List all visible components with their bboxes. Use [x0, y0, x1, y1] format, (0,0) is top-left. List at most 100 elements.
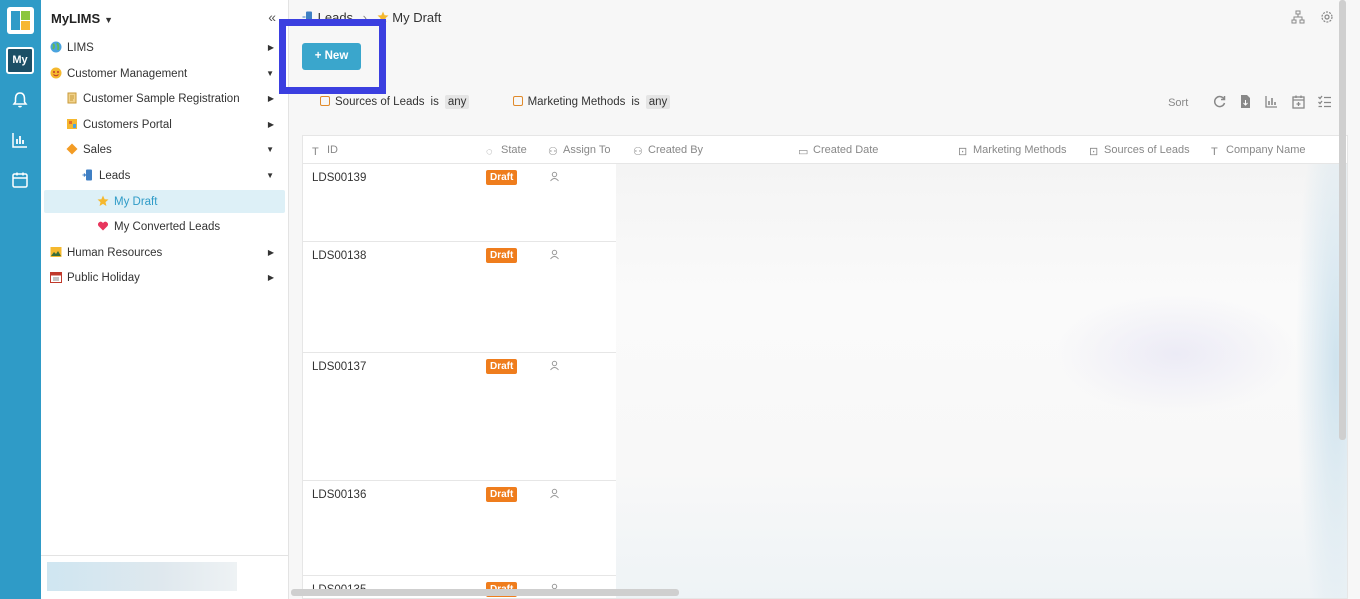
app-logo-icon[interactable]	[7, 7, 34, 34]
sidebar-item-label: Customers Portal	[83, 119, 172, 131]
filter-sources-of-leads[interactable]: Sources of Leads is any	[320, 95, 470, 109]
status-badge: Draft	[486, 359, 518, 374]
filter-value[interactable]: any	[444, 95, 470, 109]
sidebar-item-human-resources[interactable]: Human Resources	[50, 242, 162, 264]
sidebar-item-label: Leads	[99, 170, 131, 182]
expand-arrow-icon[interactable]: ▶	[268, 267, 274, 289]
assign-person-icon[interactable]	[549, 488, 560, 499]
filter-marketing-methods[interactable]: Marketing Methods is any	[512, 95, 671, 109]
row-id[interactable]: LDS00139	[312, 172, 366, 184]
sidebar-item-label: Human Resources	[67, 247, 163, 259]
horizontal-scrollbar[interactable]	[291, 589, 679, 596]
navigation-sidebar: MyLIMS ▼ « LIMS ▶ Customer Management ▼ C…	[41, 0, 289, 599]
expand-arrow-icon[interactable]: ▶	[268, 37, 274, 59]
person-icon: ⚇	[548, 146, 558, 158]
workspace-title[interactable]: MyLIMS ▼	[51, 11, 113, 26]
status-badge: Draft	[486, 248, 518, 263]
column-header-label: Company Name	[1226, 144, 1306, 156]
portal-icon	[67, 119, 77, 129]
column-header-label: Created Date	[813, 144, 879, 156]
expand-arrow-icon[interactable]: ▶	[268, 242, 274, 264]
sort-button[interactable]: Sort	[1168, 97, 1188, 109]
heart-icon	[97, 221, 109, 231]
app-rail: My	[0, 0, 41, 599]
sidebar-item-customer-sample-registration[interactable]: Customer Sample Registration	[66, 88, 240, 110]
assign-person-icon[interactable]	[549, 360, 560, 371]
collapse-arrow-icon[interactable]: ▼	[266, 165, 274, 187]
table-row[interactable]: LDS00139 Draft	[303, 164, 616, 242]
column-header-label: Sources of Leads	[1104, 144, 1190, 156]
sidebar-item-label: Public Holiday	[67, 272, 140, 284]
collapse-sidebar-icon[interactable]: «	[268, 9, 276, 25]
assign-person-icon[interactable]	[549, 249, 560, 260]
sidebar-item-label: My Converted Leads	[114, 221, 221, 233]
sidebar-item-sales[interactable]: Sales	[66, 139, 112, 161]
state-icon: ◌	[486, 146, 493, 158]
bar-chart-icon[interactable]	[1264, 94, 1279, 109]
picture-icon	[50, 247, 62, 257]
table-row[interactable]: LDS00137 Draft	[303, 353, 616, 481]
add-calendar-icon[interactable]	[1291, 94, 1306, 109]
my-workspace-button[interactable]: My	[6, 47, 34, 74]
expand-arrow-icon[interactable]: ▶	[268, 88, 274, 110]
column-header-marketing-methods[interactable]: ⊡ Marketing Methods	[958, 136, 1067, 164]
highlight-annotation-box	[279, 19, 386, 94]
column-header-label: Created By	[648, 144, 704, 156]
smiley-icon	[50, 67, 62, 79]
sidebar-item-label: LIMS	[67, 42, 94, 54]
assign-person-icon[interactable]	[549, 171, 560, 182]
calendar-icon: ▭	[798, 146, 809, 158]
row-id[interactable]: LDS00137	[312, 361, 366, 373]
calendar-icon[interactable]	[10, 170, 30, 190]
checklist-icon[interactable]	[1317, 94, 1332, 109]
collapse-arrow-icon[interactable]: ▼	[266, 63, 274, 85]
sidebar-item-lims[interactable]: LIMS	[50, 37, 94, 59]
column-header-state[interactable]: ◌ State	[486, 136, 527, 164]
column-header-id[interactable]: T ID	[312, 136, 338, 164]
column-header-sources-of-leads[interactable]: ⊡ Sources of Leads	[1089, 136, 1190, 164]
breadcrumb-current: My Draft	[392, 10, 442, 25]
sidebar-item-my-draft[interactable]: My Draft	[97, 191, 157, 213]
row-id[interactable]: LDS00136	[312, 489, 366, 501]
collapse-arrow-icon[interactable]: ▼	[266, 139, 274, 161]
filter-operator: is	[631, 96, 640, 108]
bell-icon[interactable]	[10, 90, 30, 110]
filter-operator: is	[430, 96, 439, 108]
table-row[interactable]: LDS00136 Draft	[303, 481, 616, 576]
sidebar-item-label: Customer Management	[67, 68, 188, 80]
sidebar-item-customers-portal[interactable]: Customers Portal	[66, 114, 172, 136]
column-header-assign-to[interactable]: ⚇ Assign To	[548, 136, 611, 164]
refresh-icon[interactable]	[1212, 94, 1227, 109]
table-row[interactable]: LDS00138 Draft	[303, 242, 616, 353]
filter-value[interactable]: any	[645, 95, 671, 109]
dropdown-icon	[320, 96, 330, 106]
column-header-created-date[interactable]: ▭ Created Date	[798, 136, 878, 164]
sidebar-item-public-holiday[interactable]: Public Holiday	[50, 267, 140, 289]
redacted-table-content	[616, 164, 1347, 598]
person-icon: ⚇	[633, 146, 643, 158]
hierarchy-icon[interactable]	[1291, 10, 1305, 24]
table-header: T ID ◌ State ⚇ Assign To ⚇ Created By ▭ Creat…	[303, 136, 1347, 164]
sidebar-item-leads[interactable]: Leads	[82, 165, 130, 187]
column-header-label: State	[501, 144, 527, 156]
sidebar-item-label: My Draft	[114, 196, 158, 208]
sidebar-item-my-converted-leads[interactable]: My Converted Leads	[97, 216, 220, 238]
vertical-scrollbar[interactable]	[1339, 0, 1346, 440]
sidebar-item-label: Sales	[83, 144, 112, 156]
dropdown-icon: ⊡	[958, 146, 968, 158]
column-header-created-by[interactable]: ⚇ Created By	[633, 136, 703, 164]
calendar-icon	[50, 272, 62, 283]
user-profile-area[interactable]	[47, 562, 237, 591]
column-header-company-name[interactable]: T Company Name	[1211, 136, 1305, 164]
sidebar-item-customer-management[interactable]: Customer Management	[50, 63, 187, 85]
export-file-icon[interactable]	[1238, 94, 1253, 109]
row-id[interactable]: LDS00138	[312, 250, 366, 262]
column-header-label: Marketing Methods	[973, 144, 1067, 156]
sidebar-item-label: Customer Sample Registration	[83, 93, 240, 105]
gear-icon[interactable]	[1320, 10, 1334, 24]
bar-chart-icon[interactable]	[10, 130, 30, 150]
main-content: Leads › My Draft + New Sources of Leads i…	[279, 0, 1348, 599]
filter-field: Sources of Leads	[335, 96, 425, 108]
expand-arrow-icon[interactable]: ▶	[268, 114, 274, 136]
list-toolbar: Sort	[1168, 94, 1332, 112]
